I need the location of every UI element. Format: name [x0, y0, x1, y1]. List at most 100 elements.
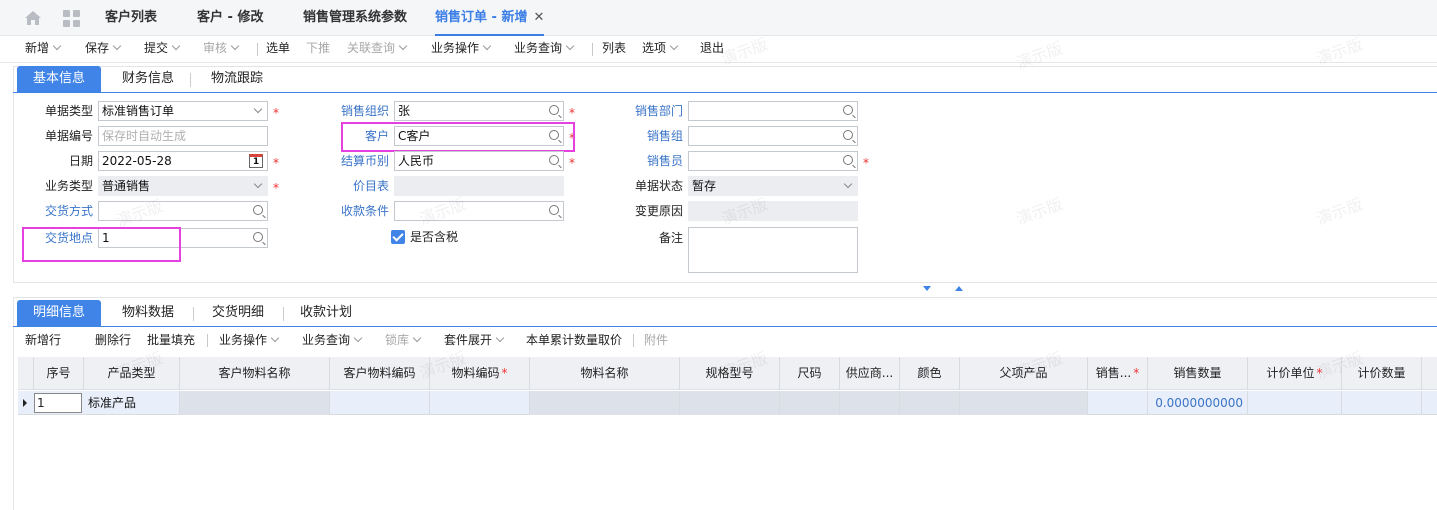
- seq-cell[interactable]: 1: [34, 393, 82, 413]
- tab-sales-order-new[interactable]: 销售订单 - 新增 ✕: [435, 0, 545, 36]
- sales-dept-label[interactable]: 销售部门: [610, 101, 683, 121]
- kit-expand-button[interactable]: 套件展开: [444, 327, 505, 353]
- batch-fill-button[interactable]: 批量填充: [147, 327, 195, 353]
- col-seq[interactable]: 序号: [34, 357, 84, 390]
- add-row-button[interactable]: 新增行: [25, 327, 61, 353]
- cust-material-name-cell[interactable]: [180, 391, 330, 415]
- tab-basic-info[interactable]: 基本信息: [17, 66, 101, 92]
- collapse-down-icon[interactable]: [923, 286, 931, 291]
- tab-payment-plan[interactable]: 收款计划: [288, 300, 364, 326]
- col-pricing-unit[interactable]: 计价单位 *: [1248, 357, 1342, 390]
- col-material-name[interactable]: 物料名称: [530, 357, 680, 390]
- color-cell[interactable]: [900, 391, 960, 415]
- tax-included-checkbox[interactable]: [391, 230, 405, 244]
- tab-finance-info[interactable]: 财务信息: [108, 66, 188, 92]
- material-code-cell[interactable]: [430, 391, 530, 415]
- sales-dept-field[interactable]: [688, 101, 858, 121]
- material-name-cell[interactable]: [530, 391, 680, 415]
- business-ops-button[interactable]: 业务操作: [431, 36, 492, 63]
- col-sales-qty[interactable]: 销售数量: [1148, 357, 1248, 390]
- options-button[interactable]: 选项: [642, 36, 679, 63]
- payment-terms-label[interactable]: 收款条件: [320, 201, 389, 221]
- close-icon[interactable]: ✕: [533, 10, 544, 25]
- price-list-field[interactable]: [394, 176, 564, 196]
- parent-product-cell[interactable]: [960, 391, 1088, 415]
- tab-logistics[interactable]: 物流跟踪: [196, 66, 278, 92]
- sales-qty-cell[interactable]: 0.0000000000: [1148, 391, 1248, 415]
- search-icon[interactable]: [549, 105, 559, 115]
- sales-group-label[interactable]: 销售组: [610, 126, 683, 146]
- select-bill-button[interactable]: 选单: [266, 36, 290, 63]
- remark-textarea[interactable]: [688, 227, 858, 273]
- search-icon[interactable]: [843, 105, 853, 115]
- search-icon[interactable]: [253, 205, 263, 215]
- search-icon[interactable]: [843, 130, 853, 140]
- currency-label[interactable]: 结算币别: [320, 151, 389, 171]
- col-color[interactable]: 颜色: [900, 357, 960, 390]
- col-spec[interactable]: 规格型号: [680, 357, 780, 390]
- doc-no-field[interactable]: 保存时自动生成: [98, 126, 268, 146]
- apps-grid-icon[interactable]: [63, 10, 81, 28]
- size-cell[interactable]: [780, 391, 840, 415]
- search-icon[interactable]: [843, 155, 853, 165]
- table-row[interactable]: 1 标准产品 0.0000000000: [18, 391, 1437, 415]
- tab-material-data[interactable]: 物料数据: [108, 300, 188, 326]
- delivery-method-field[interactable]: [98, 201, 268, 221]
- delete-row-button[interactable]: 删除行: [95, 327, 131, 353]
- col-cust-material-name[interactable]: 客户物料名称: [180, 357, 330, 390]
- change-reason-field[interactable]: [688, 201, 858, 221]
- search-icon[interactable]: [549, 205, 559, 215]
- business-query-button[interactable]: 业务查询: [514, 36, 575, 63]
- sales-org-label[interactable]: 销售组织: [320, 101, 389, 121]
- col-sales-unit[interactable]: 销售... *: [1088, 357, 1148, 390]
- tab-customer-edit[interactable]: 客户 - 修改: [197, 0, 263, 36]
- cust-material-code-cell[interactable]: [330, 391, 430, 415]
- search-icon[interactable]: [549, 155, 559, 165]
- sales-org-field[interactable]: 张: [394, 101, 564, 121]
- salesperson-label[interactable]: 销售员: [610, 151, 683, 171]
- col-size[interactable]: 尺码: [780, 357, 840, 390]
- new-button[interactable]: 新增: [25, 36, 62, 63]
- detail-business-ops-button[interactable]: 业务操作: [219, 327, 280, 353]
- sales-group-field[interactable]: [688, 126, 858, 146]
- tab-customer-list[interactable]: 客户列表: [105, 0, 157, 36]
- currency-field[interactable]: 人民币: [394, 151, 564, 171]
- col-pricing-qty[interactable]: 计价数量: [1342, 357, 1422, 390]
- payment-terms-field[interactable]: [394, 201, 564, 221]
- list-button[interactable]: 列表: [602, 36, 626, 63]
- spec-cell[interactable]: [680, 391, 780, 415]
- detail-business-query-button[interactable]: 业务查询: [302, 327, 363, 353]
- tab-sales-params[interactable]: 销售管理系统参数: [303, 0, 407, 36]
- supplier-cell[interactable]: [840, 391, 900, 415]
- doc-status-select[interactable]: 暂存: [688, 176, 858, 196]
- lock-stock-button[interactable]: 锁库: [385, 327, 422, 353]
- col-product-type[interactable]: 产品类型: [84, 357, 180, 390]
- push-down-button[interactable]: 下推: [306, 36, 330, 63]
- col-parent-product[interactable]: 父项产品: [960, 357, 1088, 390]
- pricing-unit-cell[interactable]: [1248, 391, 1342, 415]
- calendar-icon[interactable]: 1: [249, 154, 263, 168]
- search-icon[interactable]: [253, 232, 263, 242]
- biz-type-select[interactable]: 普通销售: [98, 176, 268, 196]
- tab-delivery-detail[interactable]: 交货明细: [198, 300, 278, 326]
- col-cust-material-code[interactable]: 客户物料编码: [330, 357, 430, 390]
- cumulative-qty-price-button[interactable]: 本单累计数量取价: [526, 327, 622, 353]
- sales-unit-cell[interactable]: [1088, 391, 1148, 415]
- price-list-label[interactable]: 价目表: [320, 176, 389, 196]
- pricing-qty-cell[interactable]: [1342, 391, 1422, 415]
- save-button[interactable]: 保存: [85, 36, 122, 63]
- product-type-cell[interactable]: 标准产品: [84, 391, 180, 415]
- salesperson-field[interactable]: [688, 151, 858, 171]
- attachment-button[interactable]: 附件: [644, 327, 668, 353]
- col-supplier[interactable]: 供应商...: [840, 357, 900, 390]
- delivery-method-label[interactable]: 交货方式: [20, 201, 93, 221]
- audit-button[interactable]: 审核: [203, 36, 240, 63]
- submit-button[interactable]: 提交: [144, 36, 181, 63]
- date-field[interactable]: 2022-05-28 1: [98, 151, 268, 171]
- col-material-code[interactable]: 物料编码 *: [430, 357, 530, 390]
- related-query-button[interactable]: 关联查询: [347, 36, 408, 63]
- doc-type-select[interactable]: 标准销售订单: [98, 101, 268, 121]
- home-icon[interactable]: [24, 10, 42, 26]
- exit-button[interactable]: 退出: [700, 36, 724, 63]
- tab-detail-info[interactable]: 明细信息: [17, 300, 101, 326]
